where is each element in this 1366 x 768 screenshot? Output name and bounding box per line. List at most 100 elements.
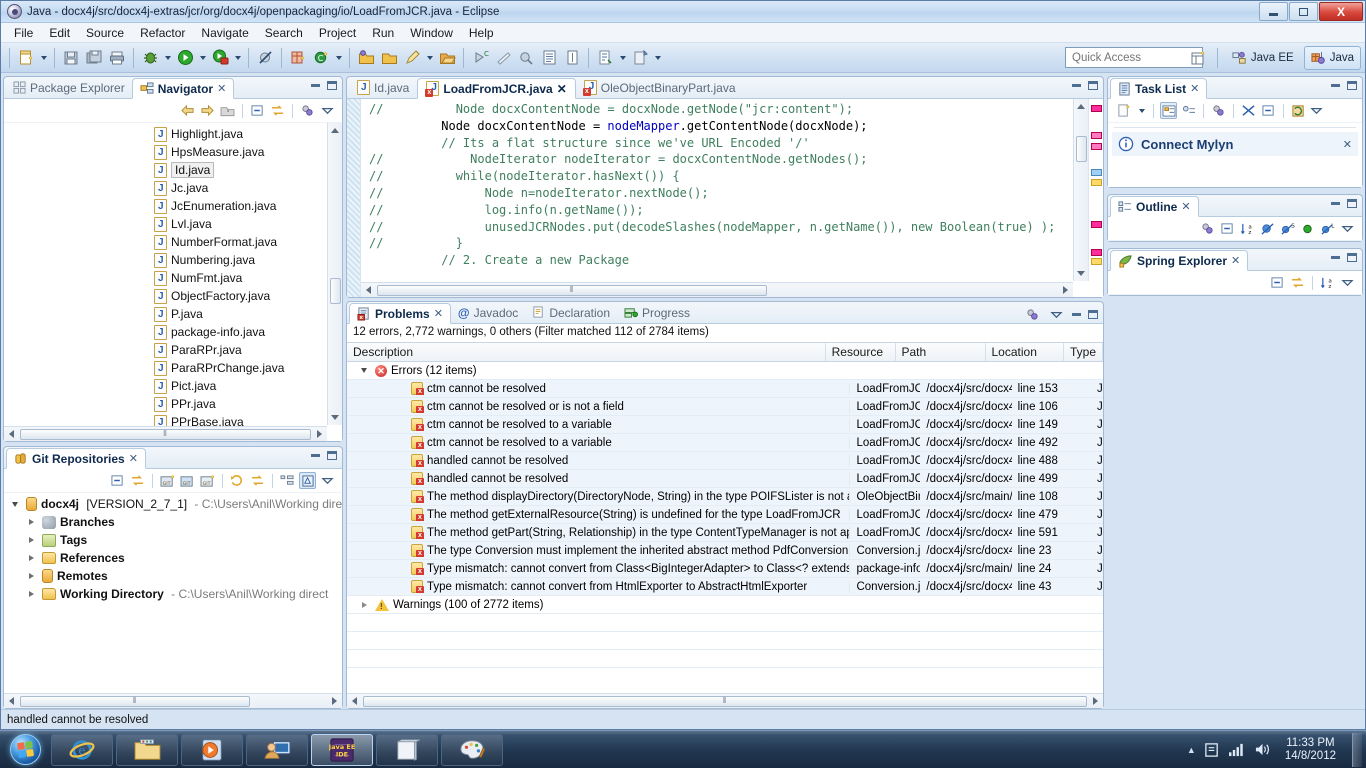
editor-tab-close-icon[interactable]: ✕ — [557, 82, 567, 96]
navigator-tree-item[interactable]: NumberFormat.java — [4, 233, 342, 251]
problems-minimize-icon[interactable] — [1072, 313, 1081, 316]
save-all-icon[interactable] — [83, 47, 105, 69]
column-header-path[interactable]: Path — [896, 343, 986, 361]
tab-navigator-close-icon[interactable]: ✕ — [217, 82, 226, 95]
problems-group-row[interactable]: Warnings (100 of 2772 items) — [347, 596, 1103, 614]
navigator-vertical-scrollbar[interactable] — [327, 123, 342, 425]
new-java-project-icon[interactable] — [287, 47, 309, 69]
toggle-mark-occurrences-icon[interactable] — [538, 47, 560, 69]
external-tools-dropdown-icon[interactable] — [232, 47, 243, 69]
view-menu-icon[interactable] — [1339, 274, 1356, 291]
navigator-tree-item[interactable]: NumFmt.java — [4, 269, 342, 287]
spring-maximize-icon[interactable] — [1347, 253, 1357, 262]
taskbar-item-paint[interactable] — [441, 733, 503, 766]
expand-triangle-right-icon[interactable] — [24, 519, 38, 525]
overview-marker-warning[interactable] — [1091, 258, 1102, 265]
hide-local-types-icon[interactable]: L — [1319, 220, 1336, 237]
overview-marker-task[interactable] — [1091, 169, 1102, 176]
back-arrow-icon[interactable] — [179, 102, 196, 119]
scroll-left-icon[interactable] — [347, 694, 362, 709]
link-with-editor-icon[interactable] — [269, 102, 286, 119]
link-with-editor-icon[interactable] — [129, 472, 146, 489]
editor-minimize-icon[interactable] — [1072, 84, 1081, 87]
tab-spring-explorer-close-icon[interactable]: ✕ — [1231, 254, 1240, 267]
hide-static-members-icon[interactable]: S — [1279, 220, 1296, 237]
taskbar-clock[interactable]: 11:33 PM 14/8/2012 — [1279, 737, 1342, 763]
git-tree-item[interactable]: Working Directory - C:\Users\Anil\Workin… — [4, 585, 342, 603]
git-tree-item[interactable]: Remotes — [4, 567, 342, 585]
folding-ruler[interactable] — [347, 99, 361, 297]
collapse-all-icon[interactable] — [1269, 274, 1286, 291]
navigator-tree-item[interactable]: Lvl.java — [4, 215, 342, 233]
problems-hscroll-thumb[interactable]: ⦀ — [363, 695, 1087, 707]
menu-refactor[interactable]: Refactor — [133, 24, 192, 42]
problems-table-row[interactable]: ctm cannot be resolved to a variable Load… — [347, 416, 1103, 434]
run-external-tools-icon[interactable] — [209, 47, 231, 69]
taskbar-item-media-player[interactable] — [181, 733, 243, 766]
view-menu-icon[interactable] — [319, 472, 336, 489]
tab-problems-close-icon[interactable]: ✕ — [434, 307, 443, 320]
editor-tab-id-java[interactable]: Id.java — [349, 77, 417, 98]
git-repository-tree[interactable]: docx4j [VERSION_2_7_1] - C:\Users\Anil\W… — [4, 493, 342, 605]
window-close-button[interactable]: X — [1319, 2, 1363, 21]
new-task-dropdown-icon[interactable] — [1136, 100, 1147, 122]
categorized-presentation-icon[interactable] — [1160, 102, 1177, 119]
new-wizard-dropdown-icon[interactable] — [38, 47, 49, 69]
quick-access-input[interactable] — [1065, 47, 1203, 68]
collapse-all-icon[interactable] — [109, 472, 126, 489]
scroll-left-icon[interactable] — [4, 427, 19, 442]
problems-table-row[interactable]: The type Conversion must implement the i… — [347, 542, 1103, 560]
tab-task-list[interactable]: Task List ✕ — [1110, 78, 1208, 99]
debug-icon[interactable] — [139, 47, 161, 69]
tab-task-list-close-icon[interactable]: ✕ — [1190, 82, 1199, 95]
navigator-file-tree[interactable]: Highlight.java HpsMeasure.java Id.java Jc.j… — [4, 123, 342, 433]
scroll-right-icon[interactable] — [1058, 283, 1073, 298]
navigator-tree-item[interactable]: package-info.java — [4, 323, 342, 341]
collapse-all-icon[interactable] — [249, 102, 266, 119]
tab-spring-explorer[interactable]: Spring Explorer ✕ — [1110, 250, 1249, 271]
navigator-tree-item[interactable]: Highlight.java — [4, 125, 342, 143]
navigator-tree-item[interactable]: P.java — [4, 305, 342, 323]
skip-breakpoints-icon[interactable] — [254, 47, 276, 69]
expand-triangle-right-icon[interactable] — [24, 573, 38, 579]
back-history-dropdown-icon[interactable] — [617, 47, 628, 69]
navigator-tree-item[interactable]: PPr.java — [4, 395, 342, 413]
editor-horizontal-scrollbar[interactable]: ⦀ — [361, 282, 1073, 297]
editor-tab-oleobjectbinarypart-java[interactable]: OleObjectBinaryPart.java — [576, 77, 744, 98]
home-up-icon[interactable] — [219, 102, 236, 119]
git-horizontal-scrollbar[interactable]: ⦀ — [4, 693, 342, 708]
sort-alphabetically-icon[interactable]: az — [1239, 220, 1256, 237]
perspective-java-button[interactable]: J Java — [1303, 46, 1361, 70]
clone-repository-icon[interactable]: GIT — [179, 472, 196, 489]
problems-table-row[interactable]: handled cannot be resolved LoadFromJCR...… — [347, 452, 1103, 470]
view-menu-icon[interactable] — [1339, 220, 1356, 237]
new-wizard-icon[interactable] — [15, 47, 37, 69]
navigator-tree-item[interactable]: Jc.java — [4, 179, 342, 197]
menu-navigate[interactable]: Navigate — [194, 24, 255, 42]
debug-dropdown-icon[interactable] — [162, 47, 173, 69]
hide-fields-icon[interactable] — [1259, 220, 1276, 237]
save-icon[interactable] — [60, 47, 82, 69]
taskbar-item-notepad[interactable] — [376, 733, 438, 766]
navigator-tree-item[interactable]: ParaRPrChange.java — [4, 359, 342, 377]
column-header-type[interactable]: Type — [1064, 343, 1103, 361]
open-resource-icon[interactable] — [436, 47, 458, 69]
navigator-tree-item[interactable]: ParaRPr.java — [4, 341, 342, 359]
search-icon[interactable] — [401, 47, 423, 69]
overview-marker-error[interactable] — [1091, 221, 1102, 228]
problems-table-row[interactable]: The method getExternalResource(String) i… — [347, 506, 1103, 524]
task-list-minimize-icon[interactable] — [1331, 84, 1340, 87]
menu-help[interactable]: Help — [462, 24, 501, 42]
outline-maximize-icon[interactable] — [1347, 199, 1357, 208]
perspective-java-ee-button[interactable]: Java EE — [1225, 46, 1301, 70]
scroll-up-icon[interactable] — [328, 123, 343, 138]
tab-declaration[interactable]: Declaration — [525, 302, 617, 323]
hierarchy-layout-icon[interactable] — [279, 472, 296, 489]
git-minimize-icon[interactable] — [311, 454, 320, 457]
menu-project[interactable]: Project — [312, 24, 363, 42]
git-hscroll-thumb[interactable]: ⦀ — [20, 695, 250, 707]
editor-scroll-thumb[interactable] — [1075, 136, 1087, 162]
scroll-left-icon[interactable] — [4, 694, 19, 709]
print-icon[interactable] — [106, 47, 128, 69]
new-class-dropdown-icon[interactable] — [333, 47, 344, 69]
